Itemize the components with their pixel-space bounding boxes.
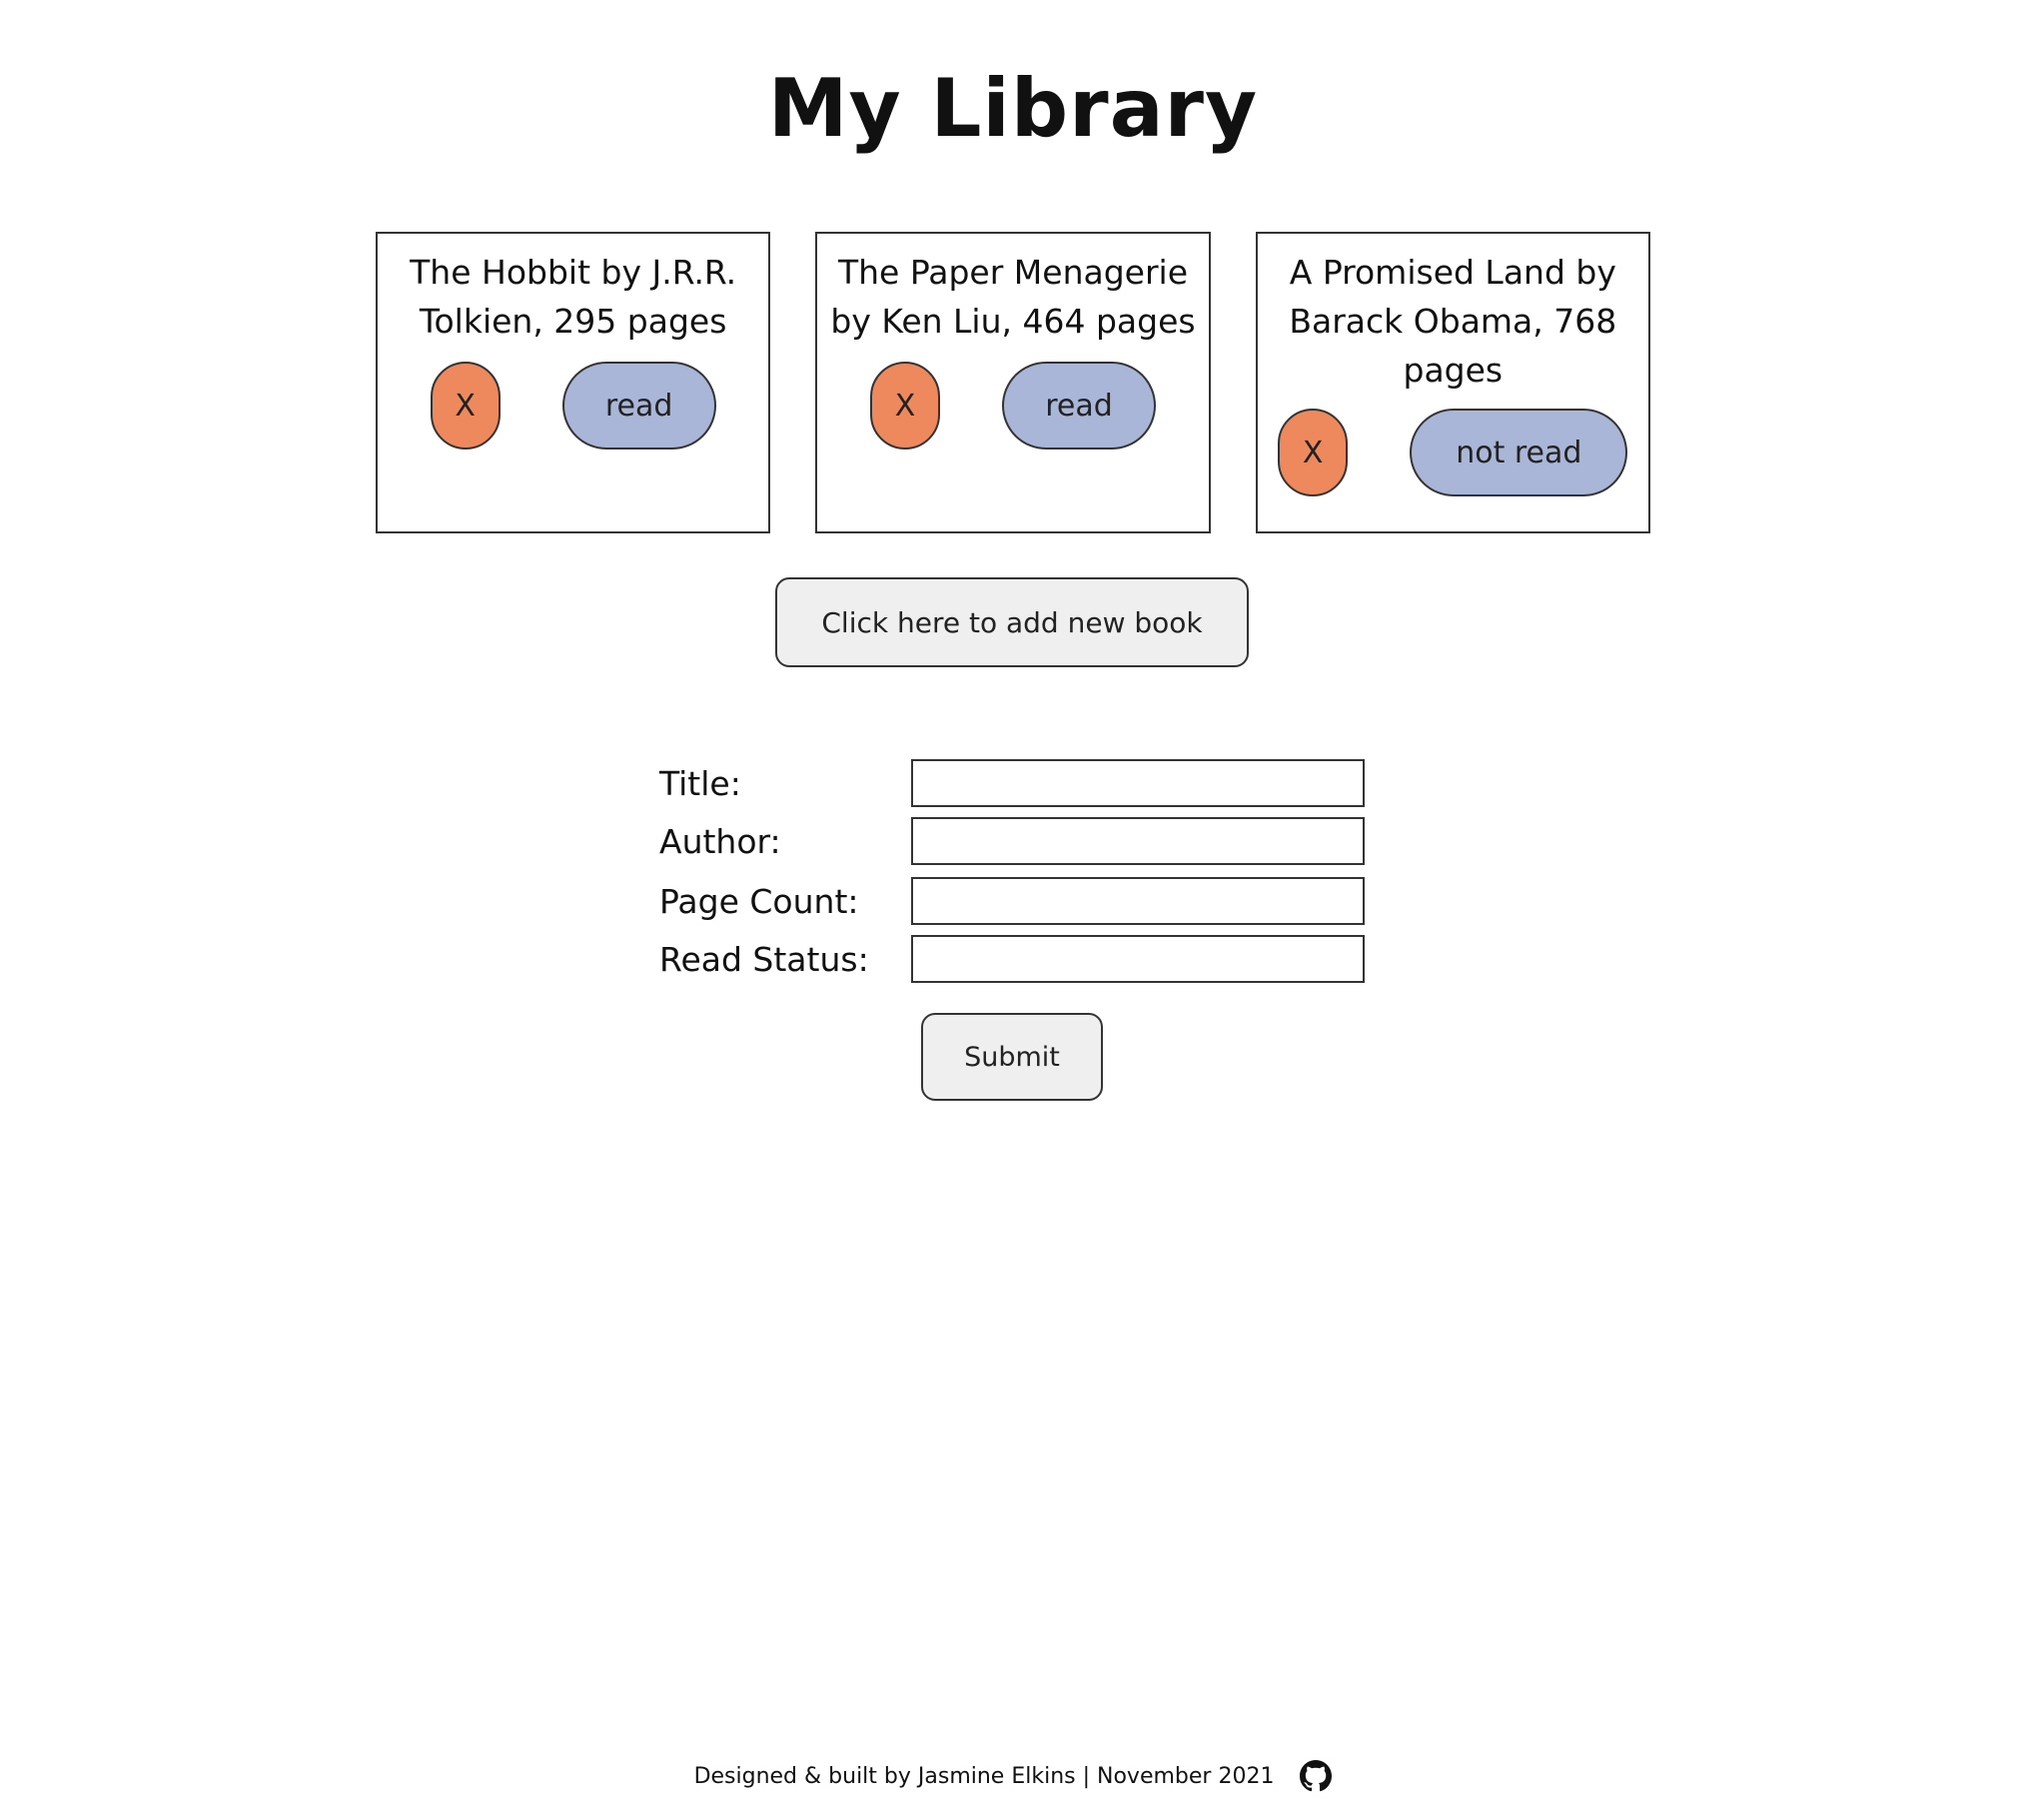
title-row: Title:: [659, 754, 1369, 812]
author-label: Author:: [659, 821, 781, 861]
book-card: A Promised Land by Barack Obama, 768 pag…: [1255, 232, 1650, 533]
page-count-input[interactable]: [911, 877, 1365, 925]
title-input[interactable]: [911, 759, 1365, 807]
add-book-form: Title: Author: Page Count: Read Status:: [659, 754, 1369, 988]
book-list: The Hobbit by J.R.R. Tolkien, 295 pages …: [376, 232, 1650, 533]
read-status-label: Read Status:: [659, 939, 869, 979]
github-icon-graphic: [1300, 1760, 1333, 1792]
read-status-row: Read Status:: [659, 930, 1369, 988]
author-row: Author:: [659, 812, 1369, 870]
book-info: A Promised Land by Barack Obama, 768 pag…: [1289, 253, 1617, 390]
footer-credit: Designed & built by Jasmine Elkins | Nov…: [693, 1763, 1275, 1789]
book-actions: X read: [829, 362, 1196, 450]
page-title: My Library: [767, 62, 1259, 155]
book-info: The Paper Menagerie by Ken Liu, 464 page…: [830, 253, 1196, 341]
submit-button[interactable]: Submit: [921, 1013, 1103, 1101]
read-status-toggle[interactable]: read: [561, 362, 716, 450]
book-info: The Hobbit by J.R.R. Tolkien, 295 pages: [410, 253, 737, 341]
footer: Designed & built by Jasmine Elkins | Nov…: [0, 1760, 2026, 1792]
github-icon[interactable]: [1300, 1760, 1333, 1792]
read-status-toggle[interactable]: not read: [1410, 409, 1628, 496]
page-count-row: Page Count:: [659, 872, 1369, 930]
page-count-label: Page Count:: [659, 881, 859, 921]
title-label: Title:: [659, 763, 741, 803]
page: My Library The Hobbit by J.R.R. Tolkien,…: [0, 0, 2026, 1820]
delete-book-button[interactable]: X: [430, 362, 501, 450]
add-book-button[interactable]: Click here to add new book: [775, 577, 1249, 667]
book-actions: X read: [390, 362, 756, 450]
book-card: The Hobbit by J.R.R. Tolkien, 295 pages …: [376, 232, 771, 533]
book-card: The Paper Menagerie by Ken Liu, 464 page…: [815, 232, 1211, 533]
delete-book-button[interactable]: X: [1278, 409, 1349, 496]
book-actions: X not read: [1270, 409, 1636, 496]
read-status-toggle[interactable]: read: [1001, 362, 1156, 450]
read-status-input[interactable]: [911, 935, 1365, 983]
delete-book-button[interactable]: X: [869, 362, 940, 450]
author-input[interactable]: [911, 817, 1365, 865]
